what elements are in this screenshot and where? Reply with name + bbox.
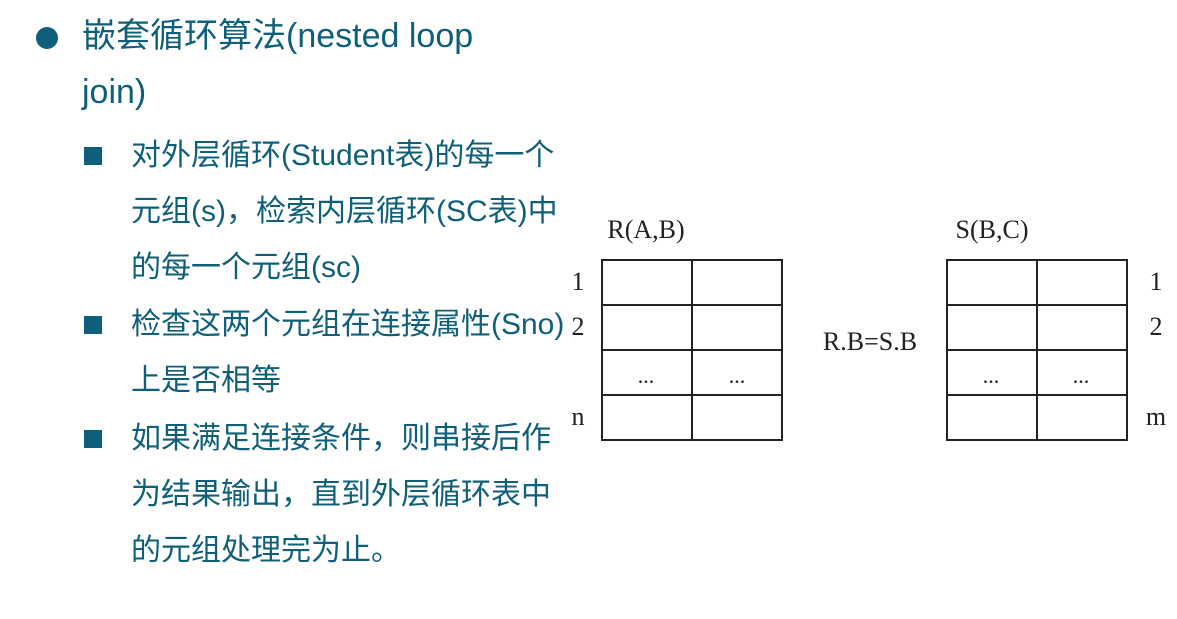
right-row-label-2: 2 xyxy=(1150,312,1163,341)
sub-bullet-text-1: 对外层循环(Student表)的每一个元组(s)，检索内层循环(SC表)中的每一… xyxy=(131,139,558,284)
right-table-grid xyxy=(946,259,1128,441)
right-row-label-1: 1 xyxy=(1150,267,1163,296)
join-condition-label: R.B=S.B xyxy=(823,327,917,356)
right-table-ellipsis-b: ... xyxy=(983,363,1000,388)
right-table-title: S(B,C) xyxy=(956,215,1029,244)
main-bullet-text: 嵌套循环算法(nested loop join) xyxy=(82,17,474,111)
square-bullet-icon xyxy=(84,147,102,165)
nested-loop-diagram: R(A,B) ... ... 1 2 n R.B=S.B S(B,C) ... … xyxy=(572,215,1166,441)
bullet-dot-icon xyxy=(36,27,58,49)
left-table-ellipsis-a: ... xyxy=(638,363,655,388)
square-bullet-icon xyxy=(84,430,102,448)
left-row-label-1: 1 xyxy=(572,267,585,296)
sub-bullet-text-2: 检查这两个元组在连接属性(Sno)上是否相等 xyxy=(131,308,565,397)
sub-bullet-item-2: 检查这两个元组在连接属性(Sno)上是否相等 xyxy=(84,297,564,409)
right-row-label-m: m xyxy=(1146,402,1166,431)
main-bullet-item: 嵌套循环算法(nested loop join) xyxy=(36,8,536,120)
left-row-label-2: 2 xyxy=(572,312,585,341)
square-bullet-icon xyxy=(84,316,102,334)
right-table-ellipsis-c: ... xyxy=(1073,363,1090,388)
left-table-title: R(A,B) xyxy=(607,215,684,244)
left-table-grid xyxy=(601,259,783,441)
sub-bullet-item-1: 对外层循环(Student表)的每一个元组(s)，检索内层循环(SC表)中的每一… xyxy=(84,128,564,296)
left-table-ellipsis-b: ... xyxy=(729,363,746,388)
sub-bullet-text-3: 如果满足连接条件，则串接后作为结果输出，直到外层循环表中的元组处理完为止。 xyxy=(131,422,551,567)
sub-bullet-item-3: 如果满足连接条件，则串接后作为结果输出，直到外层循环表中的元组处理完为止。 xyxy=(84,411,564,579)
left-row-label-n: n xyxy=(572,402,585,431)
